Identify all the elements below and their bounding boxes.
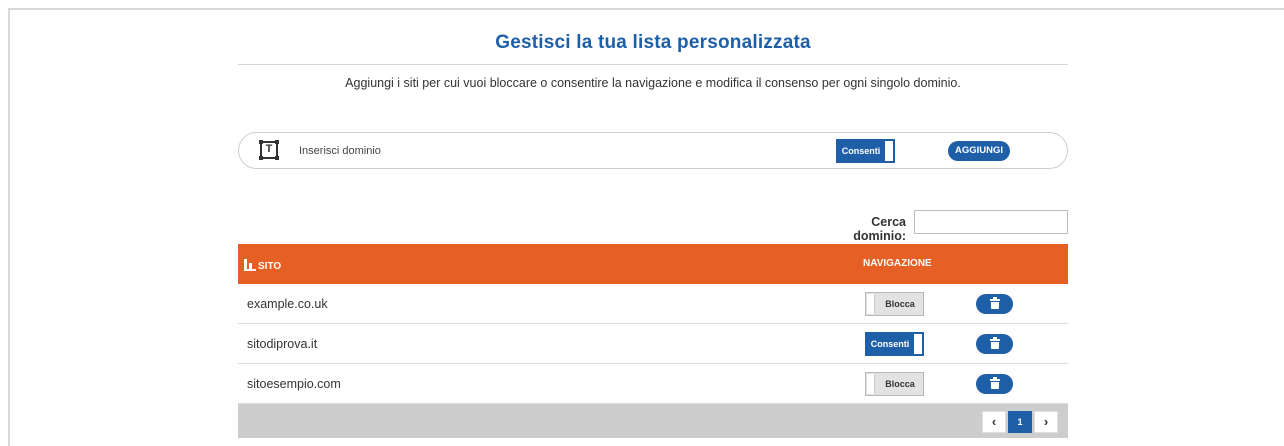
page-title: Gestisci la tua lista personalizzata <box>495 32 811 53</box>
trash-icon <box>990 337 1000 349</box>
delete-button[interactable] <box>976 294 1013 314</box>
toggle-knob <box>867 294 875 314</box>
pagination: ‹ 1 › <box>982 411 1060 433</box>
navigation-toggle[interactable]: Blocca <box>865 372 924 396</box>
site-domain: sitodiprova.it <box>247 337 318 351</box>
text-field-icon: T <box>259 140 278 159</box>
site-domain: sitoesempio.com <box>247 377 341 391</box>
add-button[interactable]: AGGIUNGI <box>948 141 1010 161</box>
table-row: example.co.uk Blocca <box>238 284 1068 324</box>
title-divider <box>238 64 1068 65</box>
column-header-site[interactable]: SITO <box>244 258 281 272</box>
toggle-label: Consenti <box>841 146 881 156</box>
sort-icon <box>244 258 256 271</box>
domain-table: SITO NAVIGAZIONE example.co.uk Blocca si… <box>238 244 1068 438</box>
trash-icon <box>990 297 1000 309</box>
page-subtitle: Aggiungi i siti per cui vuoi bloccare o … <box>345 76 961 90</box>
navigation-toggle[interactable]: Consenti <box>865 332 924 356</box>
table-header: SITO NAVIGAZIONE <box>238 244 1068 284</box>
search-input[interactable] <box>914 210 1068 234</box>
table-row: sitoesempio.com Blocca <box>238 364 1068 404</box>
table-row: sitodiprova.it Consenti <box>238 324 1068 364</box>
toggle-label: Blocca <box>885 379 915 389</box>
toggle-knob <box>914 334 922 354</box>
column-label-site: SITO <box>258 261 282 272</box>
search-label: Cerca dominio: <box>853 215 906 243</box>
toggle-label: Blocca <box>885 299 915 309</box>
delete-button[interactable] <box>976 374 1013 394</box>
site-domain: example.co.uk <box>247 297 328 311</box>
next-page-button[interactable]: › <box>1034 411 1058 433</box>
column-header-navigation: NAVIGAZIONE <box>863 258 932 269</box>
page-button-current[interactable]: 1 <box>1008 411 1032 433</box>
table-footer: ‹ 1 › <box>238 404 1068 438</box>
toggle-label: Consenti <box>870 339 910 349</box>
previous-page-button[interactable]: ‹ <box>982 411 1006 433</box>
toggle-knob <box>867 374 875 394</box>
add-domain-bar: T Consenti AGGIUNGI <box>238 132 1068 169</box>
navigation-toggle[interactable]: Blocca <box>865 292 924 316</box>
add-navigation-toggle[interactable]: Consenti <box>836 139 895 163</box>
toggle-knob <box>885 141 893 161</box>
delete-button[interactable] <box>976 334 1013 354</box>
domain-input[interactable] <box>299 142 719 160</box>
trash-icon <box>990 377 1000 389</box>
